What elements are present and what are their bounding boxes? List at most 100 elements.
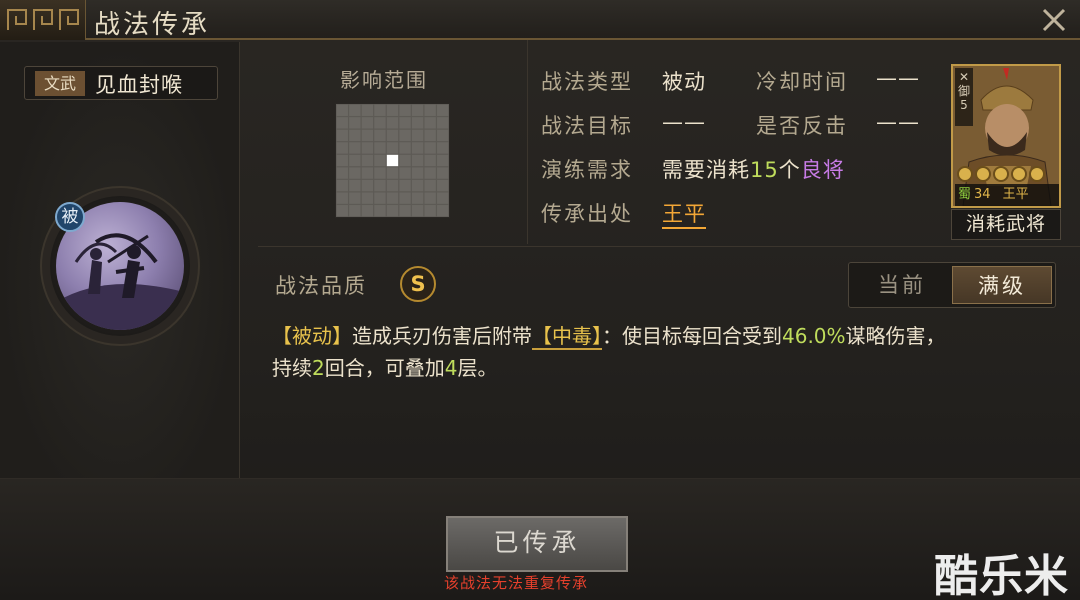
range-cell: [336, 142, 348, 154]
star-icon: [957, 166, 973, 182]
range-cell: [349, 129, 361, 142]
title-ornament: [0, 0, 86, 40]
range-label: 影响范围: [340, 68, 428, 92]
range-cell: [424, 179, 436, 192]
close-button[interactable]: [1038, 4, 1070, 36]
training-unit: 个: [778, 158, 801, 182]
range-cell: [424, 154, 436, 167]
range-cell: [361, 179, 374, 192]
range-cell: [424, 129, 436, 142]
range-cell: [349, 117, 361, 129]
range-cell: [374, 167, 386, 179]
counter-label: 是否反击: [756, 114, 848, 138]
range-cell: [437, 129, 449, 142]
range-cell: [374, 117, 386, 129]
type-value: 被动: [662, 70, 706, 94]
title-bar: 战法传承: [0, 0, 1080, 40]
range-cell: [411, 167, 424, 179]
hero-side-level: 5: [960, 98, 968, 112]
hero-faction: 蜀: [958, 187, 972, 202]
range-cell: [386, 179, 399, 192]
close-icon: [1042, 8, 1066, 32]
range-cell: [399, 104, 411, 116]
range-cell: [411, 154, 424, 167]
toggle-current-button[interactable]: 当前: [852, 266, 952, 304]
range-cell: [386, 117, 399, 129]
star-icon: [975, 166, 991, 182]
cooldown-label: 冷却时间: [756, 70, 848, 94]
range-cell: [336, 205, 348, 217]
desc-part1: 造成兵刃伤害后附带: [352, 324, 532, 348]
range-cell: [349, 104, 361, 116]
range-cell: [437, 167, 449, 179]
passive-badge: 被: [55, 202, 85, 232]
hero-meta: 蜀 34 王平: [955, 184, 1059, 206]
range-cell: [349, 142, 361, 154]
range-cell: [386, 104, 399, 116]
skill-type-tag: 文武: [35, 71, 85, 96]
range-cell: [349, 192, 361, 204]
range-cell: [437, 192, 449, 204]
training-quality: 良将: [800, 158, 845, 182]
range-cell: [374, 205, 386, 217]
range-cell: [336, 154, 348, 167]
range-cell: [437, 142, 449, 154]
range-cell: [336, 104, 348, 116]
range-cell: [336, 129, 348, 142]
range-cell: [374, 192, 386, 204]
desc-percent: 46.0%: [782, 324, 846, 348]
toggle-max-button[interactable]: 满级: [952, 266, 1052, 304]
range-cell: [399, 167, 411, 179]
star-icon: [993, 166, 1009, 182]
hero-portrait: ✕ 御 5 蜀 34 王平: [951, 64, 1061, 208]
range-cell: [399, 154, 411, 167]
desc-turns: 2: [312, 356, 325, 380]
range-cell: [399, 142, 411, 154]
training-count: 15: [750, 158, 779, 182]
range-cell: [361, 104, 374, 116]
warning-text: 该战法无法重复传承: [444, 574, 589, 592]
desc-part3: 谋略伤害，: [845, 324, 946, 348]
hero-level: 34: [974, 187, 991, 202]
range-cell: [336, 167, 348, 179]
range-cell: [361, 205, 374, 217]
range-cell: [411, 117, 424, 129]
range-cell: [374, 129, 386, 142]
range-cell: [386, 129, 399, 142]
range-cell: [411, 179, 424, 192]
range-cell: [374, 179, 386, 192]
inherited-button[interactable]: 已传承: [446, 516, 628, 572]
range-cell: [361, 167, 374, 179]
origin-value-container: 王平: [662, 198, 706, 229]
desc-part6: 层。: [457, 356, 498, 380]
range-cell: [411, 142, 424, 154]
hero-side-tag: ✕ 御 5: [955, 68, 973, 126]
range-cell: [424, 104, 436, 116]
skill-name: 见血封喉: [95, 73, 183, 97]
range-cell: [424, 192, 436, 204]
cooldown-value: ——: [876, 66, 920, 90]
swords-icon: ✕: [958, 70, 970, 84]
range-cell: [349, 179, 361, 192]
counter-value: ——: [876, 110, 920, 134]
range-cell: [424, 167, 436, 179]
origin-hero-link[interactable]: 王平: [662, 202, 706, 229]
range-cell: [361, 192, 374, 204]
window-title: 战法传承: [94, 10, 211, 40]
range-cell: [374, 142, 386, 154]
range-cell: [399, 117, 411, 129]
range-cell: [411, 104, 424, 116]
desc-stacks: 4: [444, 356, 458, 380]
range-cell: [437, 179, 449, 192]
range-cell: [411, 129, 424, 142]
range-cell: [349, 154, 361, 167]
poison-status-link[interactable]: 【中毒】: [532, 324, 602, 350]
horizontal-divider: [258, 246, 1080, 247]
range-cell: [386, 192, 399, 204]
range-cell: [399, 192, 411, 204]
range-cell: [386, 142, 399, 154]
range-cell: [361, 117, 374, 129]
range-cell: [437, 154, 449, 167]
hero-card[interactable]: ✕ 御 5 蜀 34 王平 消耗武将: [951, 64, 1061, 240]
desc-part5: 回合，可叠加: [324, 356, 445, 380]
